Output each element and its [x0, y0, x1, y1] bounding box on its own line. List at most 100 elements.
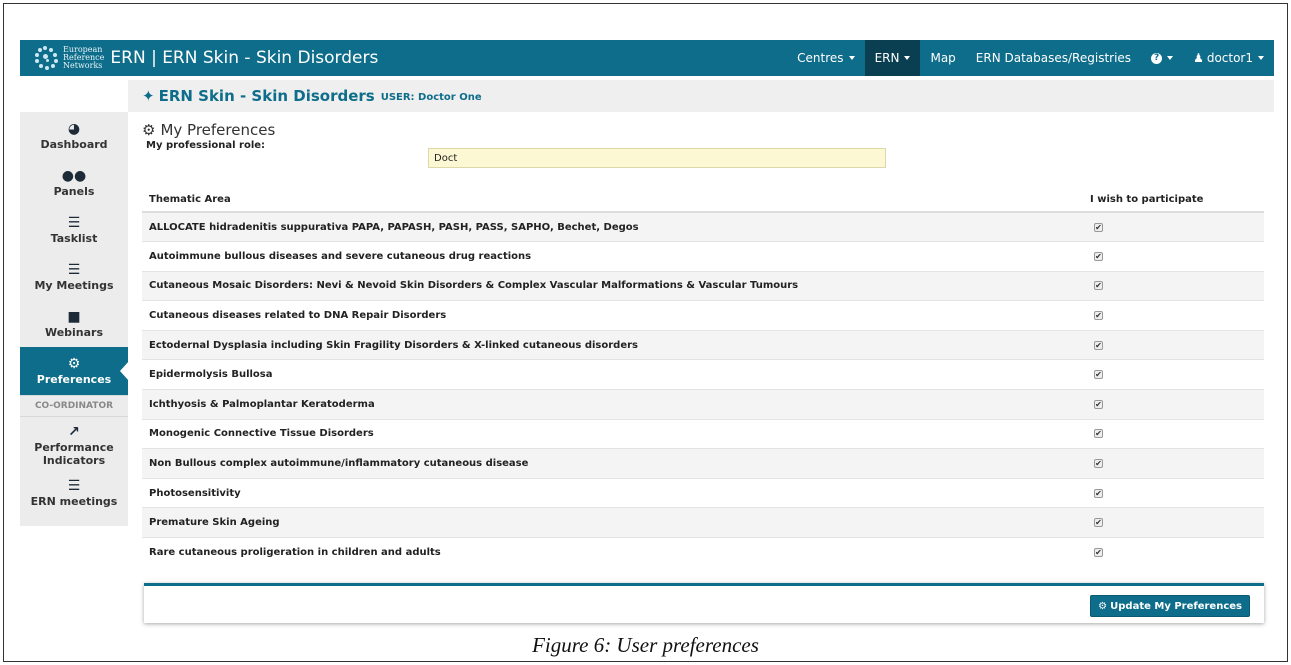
nav-menu: Centres ERN Map ERN Databases/Registries… [787, 40, 1274, 76]
sidebar-item-tasklist[interactable]: ☰ Tasklist [20, 206, 128, 253]
meetings-icon: ☰ [67, 261, 81, 278]
current-user: USER: Doctor One [380, 92, 482, 103]
participate-checkbox[interactable]: ✔ [1094, 488, 1103, 498]
thematic-area-name: Cutaneous diseases related to DNA Repair… [142, 300, 1090, 331]
section-title-text: My Preferences [160, 121, 276, 139]
line-chart-icon: ↗ [68, 423, 80, 440]
caret-down-icon [904, 56, 911, 60]
thematic-area-name: Cutaneous Mosaic Disorders: Nevi & Nevoi… [142, 270, 1090, 301]
participate-checkbox[interactable]: ✔ [1094, 311, 1103, 321]
participate-cell: ✔ [1090, 418, 1264, 449]
thematic-area-name: Ectodernal Dysplasia including Skin Frag… [142, 329, 1090, 360]
caret-down-icon [1167, 56, 1174, 60]
figure-caption: Figure 6: User preferences [532, 633, 759, 657]
participate-checkbox[interactable]: ✔ [1094, 518, 1103, 528]
thematic-area-name: Epidermolysis Bullosa [142, 359, 1090, 390]
participate-cell: ✔ [1090, 389, 1264, 420]
sidebar-item-label: Preferences [36, 373, 112, 386]
thematic-area-name: Rare cutaneous proligeration in children… [142, 537, 1090, 568]
network-icon: ✦ [142, 87, 155, 105]
sidebar-item-panels[interactable]: ●● Panels [20, 159, 128, 206]
thematic-area-name: Non Bullous complex autoimmune/inflammat… [142, 448, 1090, 479]
professional-role-input[interactable] [428, 148, 886, 168]
page-header: ✦ ERN Skin - Skin Disorders USER: Doctor… [128, 80, 1274, 112]
participate-checkbox[interactable]: ✔ [1094, 340, 1103, 350]
nav-user-menu[interactable]: ♟ doctor1 [1183, 40, 1274, 76]
table-row: Cutaneous Mosaic Disorders: Nevi & Nevoi… [142, 270, 1264, 301]
column-header-thematic-area: Thematic Area [142, 188, 1090, 213]
nav-help[interactable]: ? [1141, 40, 1183, 76]
table-row: Premature Skin Ageing ✔ [142, 507, 1264, 538]
nav-map[interactable]: Map [920, 40, 965, 76]
table-row: Photosensitivity ✔ [142, 477, 1264, 508]
table-row: Cutaneous diseases related to DNA Repair… [142, 300, 1264, 331]
gear-icon: ⚙ [1098, 600, 1108, 612]
thematic-area-name: Photosensitivity [142, 477, 1090, 508]
sidebar: ◕ Dashboard ●● Panels ☰ Tasklist ☰ My Me… [20, 112, 129, 526]
sidebar-item-label: Dashboard [40, 137, 108, 151]
app-title: ERN | ERN Skin - Skin Disorders [110, 48, 379, 68]
participate-checkbox[interactable]: ✔ [1094, 222, 1103, 232]
participate-cell: ✔ [1090, 507, 1264, 538]
sidebar-section-coordinator: CO-ORDINATOR [20, 395, 128, 417]
brand-text: European Reference Networks [63, 45, 105, 70]
dashboard-icon: ◕ [67, 120, 81, 137]
page-title: ERN Skin - Skin Disorders [158, 87, 375, 105]
tasklist-icon: ☰ [67, 214, 81, 231]
participate-checkbox[interactable]: ✔ [1094, 548, 1103, 558]
participate-cell: ✔ [1090, 477, 1264, 508]
sidebar-item-dashboard[interactable]: ◕ Dashboard [20, 112, 128, 159]
table-row: Autoimmune bullous diseases and severe c… [142, 241, 1264, 272]
gear-icon: ⚙ [142, 121, 156, 139]
action-panel: ⚙ Update My Preferences [144, 583, 1264, 623]
role-label: My professional role: [146, 140, 266, 151]
column-header-participate: I wish to participate [1090, 188, 1264, 213]
participate-checkbox[interactable]: ✔ [1094, 251, 1103, 261]
caret-down-icon [1258, 56, 1264, 60]
section-title: ⚙ My Preferences [142, 120, 1266, 140]
update-preferences-label: Update My Preferences [1110, 600, 1242, 612]
thematic-area-name: ALLOCATE hidradenitis suppurativa PAPA, … [142, 211, 1090, 242]
sidebar-item-label: ERN meetings [30, 495, 118, 508]
update-preferences-button[interactable]: ⚙ Update My Preferences [1090, 595, 1250, 617]
thematic-area-name: Premature Skin Ageing [142, 507, 1090, 538]
sidebar-item-performance-indicators[interactable]: ↗ Performance Indicators [20, 417, 128, 473]
participate-cell: ✔ [1090, 448, 1264, 479]
user-icon: ♟ [1193, 51, 1204, 65]
participate-checkbox[interactable]: ✔ [1094, 429, 1103, 439]
thematic-areas-table: Thematic Area I wish to participate ALLO… [142, 188, 1264, 568]
table-row: Monogenic Connective Tissue Disorders ✔ [142, 418, 1264, 449]
nav-ern[interactable]: ERN [864, 40, 921, 76]
sidebar-item-preferences[interactable]: ⚙ Preferences [20, 347, 129, 395]
help-icon: ? [1151, 52, 1163, 64]
participate-checkbox[interactable]: ✔ [1094, 399, 1103, 409]
sidebar-item-label: My Meetings [34, 278, 114, 292]
participate-cell: ✔ [1090, 270, 1264, 301]
sidebar-item-webinars[interactable]: ■ Webinars [20, 300, 128, 347]
sidebar-item-label: Performance Indicators [34, 440, 114, 467]
nav-databases-registries[interactable]: ERN Databases/Registries [966, 40, 1141, 76]
table-row: ALLOCATE hidradenitis suppurativa PAPA, … [142, 211, 1264, 242]
meetings-icon: ☰ [67, 478, 81, 494]
top-navbar: European Reference Networks ERN | ERN Sk… [20, 40, 1274, 76]
thematic-area-name: Autoimmune bullous diseases and severe c… [142, 241, 1090, 272]
participate-cell: ✔ [1090, 211, 1264, 242]
participate-checkbox[interactable]: ✔ [1094, 370, 1103, 380]
table-row: Non Bullous complex autoimmune/inflammat… [142, 448, 1264, 479]
users-icon: ●● [61, 167, 87, 184]
sidebar-item-ern-meetings[interactable]: ☰ ERN meetings [20, 473, 128, 513]
participate-checkbox[interactable]: ✔ [1094, 281, 1103, 291]
thematic-area-name: Ichthyosis & Palmoplantar Keratoderma [142, 389, 1090, 420]
participate-cell: ✔ [1090, 300, 1264, 331]
participate-cell: ✔ [1090, 241, 1264, 272]
participate-checkbox[interactable]: ✔ [1094, 459, 1103, 469]
ern-logo-icon [32, 45, 58, 71]
sidebar-item-label: Tasklist [50, 231, 98, 245]
table-row: Rare cutaneous proligeration in children… [142, 537, 1264, 568]
brand[interactable]: European Reference Networks ERN | ERN Sk… [20, 40, 378, 76]
table-row: Ichthyosis & Palmoplantar Keratoderma ✔ [142, 389, 1264, 420]
participate-cell: ✔ [1090, 537, 1264, 568]
sidebar-item-my-meetings[interactable]: ☰ My Meetings [20, 253, 128, 300]
nav-centres[interactable]: Centres [787, 40, 864, 76]
sidebar-item-label: Panels [53, 184, 95, 198]
